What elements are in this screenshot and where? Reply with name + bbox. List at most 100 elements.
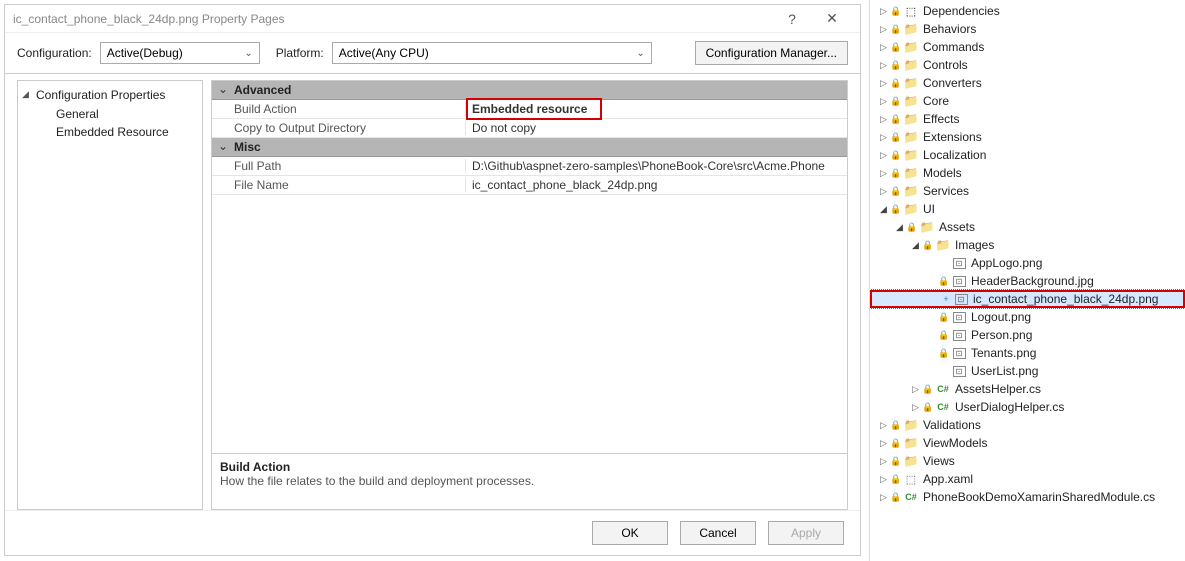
- collapse-icon[interactable]: [894, 222, 905, 233]
- expand-icon[interactable]: [878, 24, 889, 35]
- expand-icon[interactable]: [878, 6, 889, 17]
- tree-node[interactable]: 🔒 Models: [870, 164, 1185, 182]
- expand-icon[interactable]: [878, 150, 889, 161]
- img-icon: [951, 328, 967, 342]
- expand-icon[interactable]: [878, 114, 889, 125]
- expand-icon[interactable]: [878, 492, 889, 503]
- tree-node-label: Localization: [923, 148, 986, 162]
- tree-node[interactable]: 🔒Assets: [870, 218, 1185, 236]
- help-text: How the file relates to the build and de…: [220, 474, 839, 488]
- tree-node[interactable]: 🔒 PhoneBookDemoXamarinSharedModule.cs: [870, 488, 1185, 506]
- folder-icon: [903, 202, 919, 216]
- expand-icon[interactable]: [878, 186, 889, 197]
- tree-node[interactable]: 🔒Dependencies: [870, 2, 1185, 20]
- expand-icon[interactable]: [878, 78, 889, 89]
- expand-icon[interactable]: [878, 168, 889, 179]
- tree-node-label: Services: [923, 184, 969, 198]
- expand-icon[interactable]: [878, 456, 889, 467]
- tree-node[interactable]: AppLogo.png: [870, 254, 1185, 272]
- configuration-value: Active(Debug): [107, 46, 183, 60]
- solution-explorer[interactable]: 🔒Dependencies🔒Behaviors🔒Commands🔒Control…: [870, 0, 1185, 561]
- grid-row[interactable]: Copy to Output DirectoryDo not copy: [212, 119, 847, 138]
- tree-node[interactable]: 🔒HeaderBackground.jpg: [870, 272, 1185, 290]
- lock-icon: 🔒: [890, 168, 902, 179]
- tree-node-label: Images: [955, 238, 994, 252]
- tree-node-label: Controls: [923, 58, 968, 72]
- tree-node[interactable]: +ic_contact_phone_black_24dp.png: [870, 290, 1185, 308]
- tree-node-label: Person.png: [971, 328, 1032, 342]
- close-button[interactable]: ✕: [812, 10, 852, 27]
- configuration-dropdown[interactable]: Active(Debug) ⌄: [100, 42, 260, 64]
- lock-icon: 🔒: [938, 276, 950, 287]
- help-title: Build Action: [220, 460, 839, 474]
- add-overlay-icon: +: [940, 294, 952, 304]
- ok-button[interactable]: OK: [592, 521, 668, 545]
- category-tree[interactable]: Configuration Properties General Embedde…: [17, 80, 203, 510]
- expand-icon[interactable]: [910, 402, 921, 413]
- expand-icon[interactable]: [878, 96, 889, 107]
- tree-node-label: Models: [923, 166, 962, 180]
- tree-node[interactable]: 🔒Commands: [870, 38, 1185, 56]
- grid-row[interactable]: File Nameic_contact_phone_black_24dp.png: [212, 176, 847, 195]
- grid-row-name: Full Path: [212, 159, 466, 173]
- tree-node[interactable]: 🔒Core: [870, 92, 1185, 110]
- tree-node[interactable]: 🔒Converters: [870, 74, 1185, 92]
- tree-node[interactable]: 🔒Localization: [870, 146, 1185, 164]
- folder-icon: [903, 58, 919, 72]
- tree-node[interactable]: 🔒Services: [870, 182, 1185, 200]
- expand-icon[interactable]: [910, 384, 921, 395]
- tree-node[interactable]: 🔒AssetsHelper.cs: [870, 380, 1185, 398]
- tree-item-general[interactable]: General: [18, 105, 202, 123]
- tree-node[interactable]: 🔒UserDialogHelper.cs: [870, 398, 1185, 416]
- img-icon: [951, 256, 967, 270]
- tree-node[interactable]: 🔒Behaviors: [870, 20, 1185, 38]
- collapse-icon[interactable]: [878, 204, 889, 215]
- tree-node[interactable]: 🔒Extensions: [870, 128, 1185, 146]
- expand-icon[interactable]: [878, 132, 889, 143]
- tree-node[interactable]: 🔒ViewModels: [870, 434, 1185, 452]
- help-button[interactable]: ?: [772, 11, 812, 27]
- configuration-manager-button[interactable]: Configuration Manager...: [695, 41, 848, 65]
- tree-root[interactable]: Configuration Properties: [18, 85, 202, 105]
- expand-icon[interactable]: [878, 60, 889, 71]
- lock-icon: 🔒: [890, 492, 902, 503]
- grid-row[interactable]: Full PathD:\Github\aspnet-zero-samples\P…: [212, 157, 847, 176]
- lock-icon: 🔒: [890, 456, 902, 467]
- expand-icon[interactable]: [878, 420, 889, 431]
- tree-node[interactable]: UserList.png: [870, 362, 1185, 380]
- tree-node[interactable]: 🔒Validations: [870, 416, 1185, 434]
- img-icon: [951, 364, 967, 378]
- tree-node[interactable]: 🔒Tenants.png: [870, 344, 1185, 362]
- tree-node[interactable]: 🔒App.xaml: [870, 470, 1185, 488]
- collapse-icon[interactable]: [910, 240, 921, 251]
- grid-section[interactable]: Misc: [212, 138, 847, 157]
- tree-node[interactable]: 🔒Person.png: [870, 326, 1185, 344]
- ref-icon: [903, 472, 919, 486]
- tree-node[interactable]: 🔒UI: [870, 200, 1185, 218]
- tree-node-label: Views: [923, 454, 955, 468]
- tree-node-label: Core: [923, 94, 949, 108]
- grid-row-value[interactable]: Do not copy: [466, 121, 847, 135]
- tree-node-label: Tenants.png: [971, 346, 1036, 360]
- img-icon: [951, 346, 967, 360]
- tree-node[interactable]: 🔒 Views: [870, 452, 1185, 470]
- tree-node-label: PhoneBookDemoXamarinSharedModule.cs: [923, 490, 1155, 504]
- cancel-button[interactable]: Cancel: [680, 521, 756, 545]
- expand-icon[interactable]: [878, 438, 889, 449]
- tree-node[interactable]: 🔒Images: [870, 236, 1185, 254]
- lock-icon: 🔒: [890, 6, 902, 17]
- platform-dropdown[interactable]: Active(Any CPU) ⌄: [332, 42, 652, 64]
- expand-icon[interactable]: [878, 474, 889, 485]
- folder-icon: [903, 148, 919, 162]
- img-icon: [951, 310, 967, 324]
- tree-node[interactable]: 🔒Effects: [870, 110, 1185, 128]
- expand-icon[interactable]: [878, 42, 889, 53]
- tree-node-label: UserList.png: [971, 364, 1038, 378]
- lock-icon: 🔒: [906, 222, 918, 233]
- tree-node[interactable]: 🔒Controls: [870, 56, 1185, 74]
- grid-row-value[interactable]: ic_contact_phone_black_24dp.png: [466, 178, 847, 192]
- tree-node[interactable]: 🔒Logout.png: [870, 308, 1185, 326]
- tree-item-embedded-resource[interactable]: Embedded Resource: [18, 123, 202, 141]
- grid-row-value[interactable]: D:\Github\aspnet-zero-samples\PhoneBook-…: [466, 159, 847, 173]
- grid-row-name: Build Action: [212, 102, 466, 116]
